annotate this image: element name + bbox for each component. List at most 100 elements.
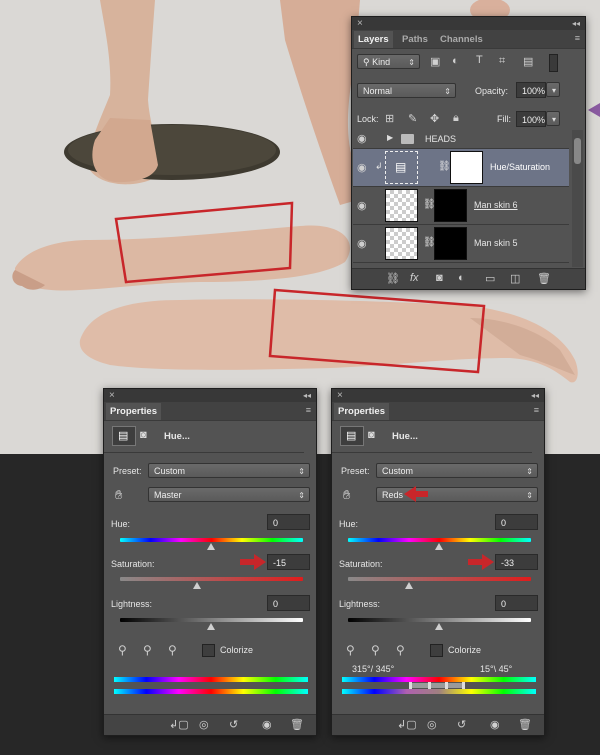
close-icon[interactable]: ×	[357, 17, 363, 30]
hue-slider[interactable]	[120, 538, 303, 542]
targeted-adjustment-hand-icon[interactable]: ✋︎	[343, 487, 350, 503]
hue-input[interactable]: 0	[267, 514, 310, 530]
clip-to-layer-icon[interactable]: ↲▢	[169, 718, 189, 731]
saturation-slider[interactable]	[348, 577, 531, 581]
clip-to-layer-icon[interactable]: ↲▢	[397, 718, 417, 731]
hue-slider-thumb[interactable]	[435, 543, 443, 550]
new-adjustment-icon[interactable]: ◐	[458, 272, 465, 284]
panel-menu-icon[interactable]: ≡	[534, 405, 539, 415]
filter-kind-select[interactable]: ⚲ Kind ⇕	[357, 54, 420, 69]
tab-paths[interactable]: Paths	[398, 31, 432, 48]
visibility-eye-icon[interactable]: ◉	[357, 237, 367, 250]
layer-row-hue-saturation[interactable]: ◉ ↲ ▤ ⛓ Hue/Saturation	[353, 149, 569, 187]
colorize-checkbox[interactable]	[202, 644, 215, 657]
reset-icon[interactable]: ↺	[229, 718, 238, 731]
link-layers-icon[interactable]: ⛓	[386, 272, 400, 285]
range-handle-left-inner[interactable]	[428, 682, 431, 689]
range-handle-right-outer[interactable]	[462, 682, 465, 689]
eyedropper-plus-icon[interactable]: ⚲	[371, 643, 380, 657]
blend-mode-select[interactable]: Normal ⇕	[357, 83, 456, 98]
trash-icon[interactable]: 🗑︎	[537, 272, 551, 285]
layer-row-man-skin-6[interactable]: ◉ ⛓ Man skin 6	[353, 187, 569, 225]
eyedropper-icon[interactable]: ⚲	[346, 643, 355, 657]
expand-arrow-icon[interactable]: ▶	[387, 133, 393, 142]
saturation-slider-thumb[interactable]	[405, 582, 413, 589]
fill-dropdown[interactable]: ▾	[546, 111, 560, 126]
opacity-input[interactable]: 100%	[516, 82, 546, 98]
tab-properties[interactable]: Properties	[106, 403, 161, 420]
eyedropper-minus-icon[interactable]: ⚲	[168, 643, 177, 657]
panel-titlebar[interactable]: × ◂◂	[332, 389, 544, 402]
tab-layers[interactable]: Layers	[354, 31, 393, 48]
eyedropper-icon[interactable]: ⚲	[118, 643, 127, 657]
hue-slider[interactable]	[348, 538, 531, 542]
scrollbar-thumb[interactable]	[574, 138, 581, 164]
visibility-eye-icon[interactable]: ◉	[357, 199, 367, 212]
colorize-checkbox[interactable]	[430, 644, 443, 657]
new-group-icon[interactable]: ▭	[485, 272, 495, 285]
lightness-input[interactable]: 0	[267, 595, 310, 611]
hue-slider-thumb[interactable]	[207, 543, 215, 550]
view-previous-icon[interactable]: ◎	[199, 718, 209, 731]
shape-filter-icon[interactable]: ⌗	[499, 55, 505, 68]
targeted-adjustment-hand-icon[interactable]: ✋︎	[115, 487, 122, 503]
hue-input[interactable]: 0	[495, 514, 538, 530]
lightness-slider[interactable]	[348, 618, 531, 622]
preset-select[interactable]: Custom ⇕	[148, 463, 310, 478]
range-handle-right-inner[interactable]	[445, 682, 448, 689]
channel-select[interactable]: Reds ⇕	[376, 487, 538, 502]
mask-icon[interactable]: ◙	[368, 429, 375, 441]
panel-titlebar[interactable]: × ◂◂	[352, 17, 585, 30]
visibility-eye-icon[interactable]: ◉	[357, 161, 367, 174]
lightness-input[interactable]: 0	[495, 595, 538, 611]
opacity-dropdown[interactable]: ▾	[546, 82, 560, 97]
lock-all-icon[interactable]: 🔒︎	[453, 112, 459, 125]
saturation-input[interactable]: -33	[495, 554, 538, 570]
adjustment-filter-icon[interactable]: ◐	[452, 55, 459, 67]
saturation-input[interactable]: -15	[267, 554, 310, 570]
filter-toggle[interactable]	[549, 54, 558, 72]
mask-icon[interactable]: ◙	[140, 429, 147, 441]
saturation-slider-thumb[interactable]	[193, 582, 201, 589]
tab-channels[interactable]: Channels	[436, 31, 487, 48]
view-previous-icon[interactable]: ◎	[427, 718, 437, 731]
lightness-slider[interactable]	[120, 618, 303, 622]
add-mask-icon[interactable]: ◙	[436, 272, 443, 284]
saturation-slider[interactable]	[120, 577, 303, 581]
trash-icon[interactable]: 🗑︎	[518, 718, 532, 731]
visibility-eye-icon[interactable]: ◉	[262, 718, 272, 731]
range-handle-left-outer[interactable]	[409, 682, 412, 689]
visibility-eye-icon[interactable]: ◉	[357, 132, 367, 145]
panel-menu-icon[interactable]: ≡	[306, 405, 311, 415]
range-bar[interactable]	[412, 683, 464, 688]
lock-transparent-icon[interactable]: ⊞	[385, 112, 394, 125]
collapse-icon[interactable]: ◂◂	[572, 17, 580, 30]
image-filter-icon[interactable]: ▣	[430, 55, 440, 68]
visibility-eye-icon[interactable]: ◉	[490, 718, 500, 731]
panel-menu-icon[interactable]: ≡	[575, 33, 580, 43]
tab-properties[interactable]: Properties	[334, 403, 389, 420]
eyedropper-minus-icon[interactable]: ⚲	[396, 643, 405, 657]
type-filter-icon[interactable]: T	[476, 54, 483, 66]
collapse-icon[interactable]: ◂◂	[531, 389, 539, 402]
lock-brush-icon[interactable]: ✎	[408, 112, 417, 125]
panel-titlebar[interactable]: × ◂◂	[104, 389, 316, 402]
smartobject-filter-icon[interactable]: ▤	[523, 55, 533, 68]
trash-icon[interactable]: 🗑︎	[290, 718, 304, 731]
close-icon[interactable]: ×	[337, 389, 343, 402]
close-icon[interactable]: ×	[109, 389, 115, 402]
layer-row-heads[interactable]: ◉ ▶ HEADS	[353, 130, 569, 149]
collapse-icon[interactable]: ◂◂	[303, 389, 311, 402]
fx-icon[interactable]: fx	[410, 272, 419, 284]
preset-select[interactable]: Custom ⇕	[376, 463, 538, 478]
eyedropper-plus-icon[interactable]: ⚲	[143, 643, 152, 657]
new-layer-icon[interactable]: ◫	[510, 272, 520, 285]
layer-row-man-skin-5[interactable]: ◉ ⛓ Man skin 5	[353, 225, 569, 263]
lightness-slider-thumb[interactable]	[207, 623, 215, 630]
reset-icon[interactable]: ↺	[457, 718, 466, 731]
lock-move-icon[interactable]: ✥	[430, 112, 439, 125]
lightness-slider-thumb[interactable]	[435, 623, 443, 630]
fill-input[interactable]: 100%	[516, 111, 546, 127]
layers-scrollbar[interactable]	[572, 130, 583, 267]
channel-select[interactable]: Master ⇕	[148, 487, 310, 502]
